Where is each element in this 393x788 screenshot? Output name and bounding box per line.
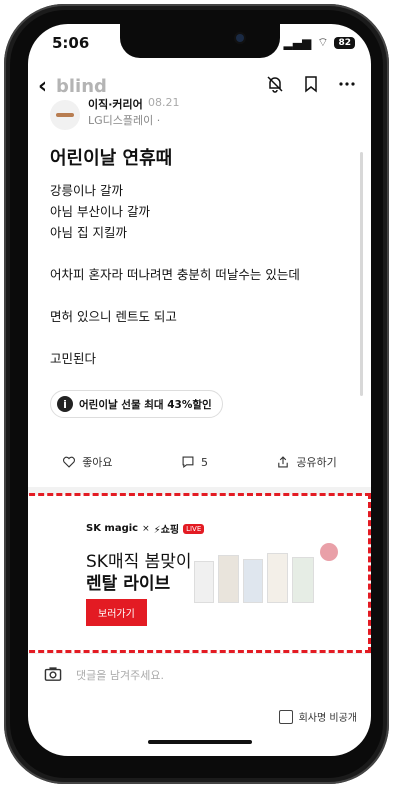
post-line: 어차피 혼자라 떠나려면 충분히 떠날수는 있는데 bbox=[50, 267, 300, 282]
scrollbar[interactable] bbox=[360, 152, 363, 396]
post-title: 어린이날 연휴때 bbox=[50, 148, 173, 169]
promo-chip[interactable]: i 어린이날 선물 최대 43%할인 bbox=[50, 390, 223, 418]
share-button[interactable]: 공유하기 bbox=[276, 454, 337, 470]
author-channel: 이직·커리어 bbox=[88, 98, 143, 111]
screen: 5:06 ▂▄▆ ⌔ 82 ‹ blind 이직·커리어 08.21 LG디스플… bbox=[28, 24, 371, 756]
nav-actions bbox=[265, 74, 357, 98]
signal-icon: ▂▄▆ bbox=[283, 35, 312, 50]
heart-icon bbox=[63, 456, 76, 468]
bookmark-icon[interactable] bbox=[301, 74, 321, 98]
post-line: 아님 집 지킬까 bbox=[50, 225, 127, 240]
post-body: 강릉이나 갈까 아님 부산이나 갈까 아님 집 지킬까 어차피 혼자라 떠나려면… bbox=[50, 180, 350, 369]
post-line: 면허 있으니 렌트도 되고 bbox=[50, 309, 177, 324]
camera-icon[interactable] bbox=[44, 666, 62, 686]
status-time: 5:06 bbox=[52, 34, 90, 52]
avatar bbox=[50, 100, 80, 130]
comments-button[interactable]: 5 bbox=[181, 454, 208, 470]
more-icon[interactable] bbox=[337, 74, 357, 98]
post-actions: 좋아요 5 공유하기 bbox=[28, 454, 371, 470]
front-camera bbox=[236, 34, 244, 42]
post-line: 강릉이나 갈까 bbox=[50, 183, 123, 198]
info-icon: i bbox=[57, 396, 73, 412]
wifi-icon: ⌔ bbox=[317, 35, 329, 49]
share-label: 공유하기 bbox=[296, 456, 337, 469]
comment-icon bbox=[182, 456, 194, 469]
comment-bar: 댓글을 남겨주세요. bbox=[28, 653, 371, 698]
post-date: 08.21 bbox=[148, 96, 180, 109]
share-icon bbox=[278, 456, 289, 468]
like-button[interactable]: 좋아요 bbox=[62, 454, 113, 470]
checkbox[interactable] bbox=[278, 709, 293, 724]
brand-logo: blind bbox=[56, 76, 107, 97]
post-line: 고민된다 bbox=[50, 351, 97, 366]
author-company: LG디스플레이 · bbox=[88, 114, 161, 127]
comment-input[interactable]: 댓글을 남겨주세요. bbox=[76, 667, 164, 683]
notification-off-icon[interactable] bbox=[265, 74, 285, 98]
ad-banner[interactable]: SK magic × ⚡쇼핑 LIVE SK매직 봄맞이 렌탈 라이브 보러가기 bbox=[28, 493, 371, 653]
back-chevron-left-icon[interactable]: ‹ bbox=[38, 74, 47, 99]
comment-count: 5 bbox=[200, 455, 208, 469]
battery-icon: 82 bbox=[334, 36, 355, 49]
anonymous-label: 회사명 비공개 bbox=[298, 713, 357, 724]
notch bbox=[120, 24, 280, 58]
ad-highlight-outline bbox=[28, 493, 371, 653]
status-icons: ▂▄▆ ⌔ 82 bbox=[283, 35, 355, 50]
home-indicator[interactable] bbox=[148, 740, 252, 744]
like-label: 좋아요 bbox=[82, 456, 113, 469]
anonymous-toggle[interactable]: 회사명 비공개 bbox=[278, 709, 357, 724]
promo-text: 어린이날 선물 최대 43%할인 bbox=[79, 398, 212, 411]
post-author[interactable]: 이직·커리어 08.21 LG디스플레이 · bbox=[50, 96, 350, 130]
post-line: 아님 부산이나 갈까 bbox=[50, 204, 150, 219]
